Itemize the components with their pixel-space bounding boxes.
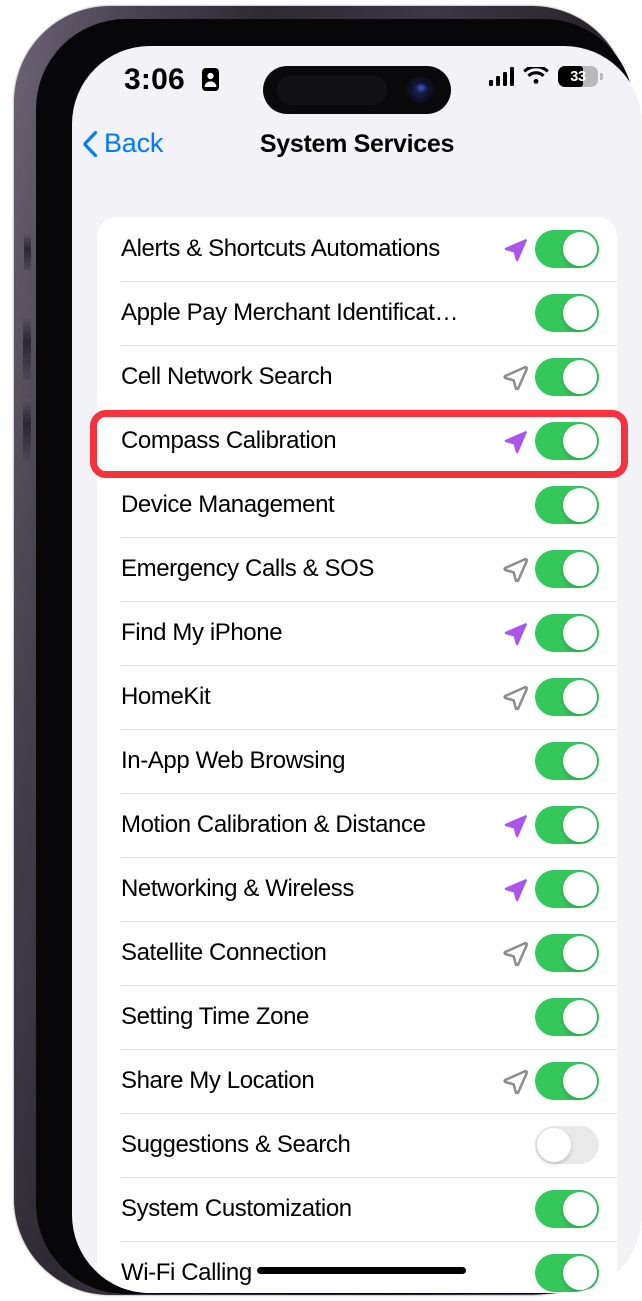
toggle-switch[interactable] (535, 1254, 599, 1292)
status-time: 3:06 (124, 63, 185, 96)
toggle-knob (563, 744, 597, 778)
list-item-label: Motion Calibration & Distance (121, 811, 426, 838)
toggle-switch[interactable] (535, 998, 599, 1036)
toggle-knob (563, 296, 597, 330)
list-item[interactable]: Suggestions & Search (97, 1113, 617, 1177)
wifi-icon (523, 66, 549, 84)
toggle-knob (563, 936, 597, 970)
list-item[interactable]: HomeKit (97, 665, 617, 729)
list-item-label: Setting Time Zone (121, 1003, 309, 1030)
status-bar: 3:06 33 (72, 46, 642, 118)
iphone-screen: 3:06 33 Back System Services Alerts & Sh… (72, 46, 642, 1293)
island-inner-shape (277, 75, 387, 105)
volume-up-button[interactable] (23, 316, 31, 380)
location-arrow-icon (504, 879, 527, 902)
toggle-switch[interactable] (535, 678, 599, 716)
list-item-label: Device Management (121, 491, 335, 518)
list-item-label: Compass Calibration (121, 427, 337, 454)
toggle-knob (563, 360, 597, 394)
toggle-knob (563, 488, 597, 522)
toggle-switch[interactable] (535, 806, 599, 844)
location-arrow-icon (503, 557, 528, 582)
list-item[interactable]: Apple Pay Merchant Identificat… (97, 281, 617, 345)
list-item[interactable]: In-App Web Browsing (97, 729, 617, 793)
silent-switch-button[interactable] (24, 234, 31, 270)
toggle-switch[interactable] (535, 934, 599, 972)
toggle-switch[interactable] (535, 230, 599, 268)
list-item-label: Find My iPhone (121, 619, 283, 646)
list-item-label: Cell Network Search (121, 363, 333, 390)
cellular-signal-icon (488, 67, 514, 86)
status-indicators: 33 (488, 66, 603, 87)
toggle-switch[interactable] (535, 294, 599, 332)
focus-person-badge-icon (202, 68, 219, 91)
toggle-switch[interactable] (535, 550, 599, 588)
list-item-label: Suggestions & Search (121, 1131, 351, 1158)
location-arrow-icon (504, 239, 527, 262)
location-arrow-icon (503, 685, 528, 710)
list-item[interactable]: Alerts & Shortcuts Automations (97, 217, 617, 281)
toggle-knob (563, 552, 597, 586)
list-item-label: In-App Web Browsing (121, 747, 346, 774)
list-item-label: Share My Location (121, 1067, 315, 1094)
toggle-knob (563, 424, 597, 458)
toggle-knob (563, 1256, 597, 1290)
toggle-knob (563, 1000, 597, 1034)
list-item[interactable]: Motion Calibration & Distance (97, 793, 617, 857)
location-arrow-icon (503, 941, 528, 966)
list-item[interactable]: Cell Network Search (97, 345, 617, 409)
dynamic-island (263, 66, 451, 114)
list-item[interactable]: Compass Calibration (97, 409, 617, 473)
toggle-switch[interactable] (535, 1126, 599, 1164)
toggle-switch[interactable] (535, 422, 599, 460)
toggle-knob (537, 1128, 571, 1162)
list-item[interactable]: System Customization (97, 1177, 617, 1241)
list-item[interactable]: Networking & Wireless (97, 857, 617, 921)
toggle-knob (563, 872, 597, 906)
toggle-knob (563, 808, 597, 842)
home-indicator[interactable] (257, 1267, 466, 1274)
list-item-label: System Customization (121, 1195, 352, 1222)
list-item[interactable]: Find My iPhone (97, 601, 617, 665)
battery-tip (600, 73, 603, 80)
battery-icon: 33 (558, 66, 603, 87)
list-item[interactable]: Emergency Calls & SOS (97, 537, 617, 601)
location-arrow-icon (503, 365, 528, 390)
toggle-knob (563, 680, 597, 714)
toggle-switch[interactable] (535, 1062, 599, 1100)
camera-lens-glint (415, 84, 427, 92)
toggle-switch[interactable] (535, 486, 599, 524)
battery-percent-label: 33 (570, 68, 586, 85)
toggle-switch[interactable] (535, 614, 599, 652)
list-item[interactable]: Setting Time Zone (97, 985, 617, 1049)
volume-down-button[interactable] (23, 398, 31, 462)
navigation-bar: Back System Services (72, 118, 642, 180)
iphone-device-frame: 3:06 33 Back System Services Alerts & Sh… (14, 6, 642, 1295)
toggle-switch[interactable] (535, 1190, 599, 1228)
list-item-label: HomeKit (121, 683, 211, 710)
toggle-knob (563, 616, 597, 650)
device-bezel: 3:06 33 Back System Services Alerts & Sh… (36, 19, 642, 1294)
system-services-list: Alerts & Shortcuts Automations Apple Pay … (97, 217, 617, 1293)
toggle-knob (563, 232, 597, 266)
list-item-label: Alerts & Shortcuts Automations (121, 235, 440, 262)
toggle-switch[interactable] (535, 870, 599, 908)
page-title: System Services (259, 130, 455, 158)
list-item[interactable]: Device Management (97, 473, 617, 537)
location-arrow-icon (504, 623, 527, 646)
location-arrow-icon (503, 1069, 528, 1094)
location-arrow-icon (504, 431, 527, 454)
list-item-label: Apple Pay Merchant Identificat… (121, 299, 459, 326)
list-item[interactable]: Satellite Connection (97, 921, 617, 985)
toggle-switch[interactable] (535, 742, 599, 780)
toggle-knob (563, 1064, 597, 1098)
list-item-label: Satellite Connection (121, 939, 327, 966)
toggle-switch[interactable] (535, 358, 599, 396)
toggle-knob (563, 1192, 597, 1226)
list-item[interactable]: Share My Location (97, 1049, 617, 1113)
screenshot-root: 3:06 33 Back System Services Alerts & Sh… (0, 0, 642, 1301)
list-item-label: Networking & Wireless (121, 875, 354, 902)
list-item-label: Emergency Calls & SOS (121, 555, 375, 582)
location-arrow-icon (504, 815, 527, 838)
